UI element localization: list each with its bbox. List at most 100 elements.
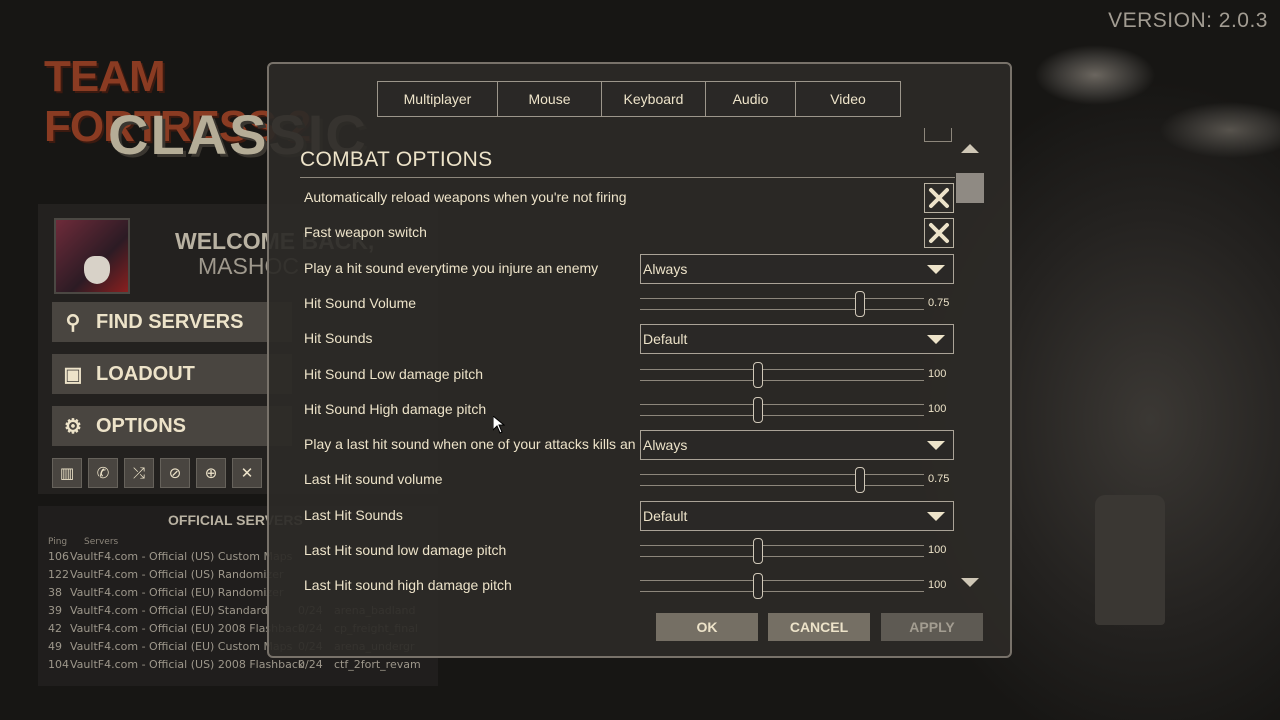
option-label: Automatically reload weapons when you're… bbox=[304, 189, 627, 205]
slider-thumb[interactable] bbox=[752, 538, 763, 564]
section-title: COMBAT OPTIONS bbox=[300, 148, 493, 171]
servers-header: Ping Servers bbox=[48, 537, 132, 547]
find-servers-label: FIND SERVERS bbox=[96, 310, 244, 333]
chevron-down-icon bbox=[927, 441, 945, 451]
option-checkbox[interactable] bbox=[924, 183, 954, 213]
slider-track bbox=[640, 379, 924, 381]
server-players: 0/24 bbox=[298, 658, 323, 671]
options-button[interactable]: ⚙ OPTIONS bbox=[52, 406, 292, 446]
options-scrollbar[interactable] bbox=[955, 138, 985, 598]
server-name: VaultF4.com - Official (US) Randomizer bbox=[70, 568, 284, 581]
satellite-icon[interactable]: ✆ bbox=[88, 458, 118, 488]
server-name: VaultF4.com - Official (US) 2008 Flashba… bbox=[70, 658, 305, 671]
option-label: Play a last hit sound when one of your a… bbox=[304, 436, 642, 453]
option-label: Last Hit sound high damage pitch bbox=[304, 577, 512, 594]
slider-thumb[interactable] bbox=[752, 396, 763, 423]
mouse-cursor-icon bbox=[493, 416, 505, 434]
search-icon: ⚲ bbox=[65, 311, 81, 334]
slider-thumb[interactable] bbox=[855, 290, 866, 317]
tab-keyboard[interactable]: Keyboard bbox=[602, 82, 706, 116]
stats-icon[interactable]: ▥ bbox=[52, 458, 82, 488]
shuffle-icon[interactable]: ⤮ bbox=[124, 458, 154, 488]
loadout-label: LOADOUT bbox=[96, 362, 195, 385]
server-ping: 42 bbox=[48, 622, 62, 635]
slider-track bbox=[640, 308, 924, 310]
ok-button[interactable]: OK bbox=[656, 613, 758, 641]
server-ping: 39 bbox=[48, 604, 62, 617]
find-servers-button[interactable]: ⚲ FIND SERVERS bbox=[52, 302, 292, 342]
chevron-down-icon bbox=[927, 335, 945, 345]
slider-thumb[interactable] bbox=[752, 361, 763, 388]
slider-track bbox=[640, 545, 924, 546]
server-name: VaultF4.com - Official (EU) 2008 Flashba… bbox=[70, 622, 305, 635]
loadout-button[interactable]: ▣ LOADOUT bbox=[52, 354, 292, 394]
server-ping: 106 bbox=[48, 550, 69, 563]
previous-control-edge bbox=[924, 128, 952, 142]
option-label: Hit Sound Low damage pitch bbox=[304, 365, 483, 382]
checkmark-x-icon bbox=[929, 188, 949, 208]
option-label: Hit Sounds bbox=[304, 330, 373, 347]
option-dropdown[interactable]: Default bbox=[640, 500, 954, 531]
dropdown-value: Always bbox=[643, 437, 688, 454]
version-label: VERSION: 2.0.3 bbox=[1108, 9, 1268, 32]
option-label: Last Hit sound low damage pitch bbox=[304, 542, 507, 558]
cancel-button[interactable]: CANCEL bbox=[768, 613, 870, 641]
server-map: ctf_2fort_revam bbox=[334, 658, 421, 671]
slider-value: 100 bbox=[928, 544, 947, 556]
header-ping: Ping bbox=[48, 537, 68, 547]
chevron-down-icon bbox=[927, 264, 945, 274]
option-slider[interactable] bbox=[640, 573, 924, 600]
crate-icon: ▣ bbox=[63, 363, 83, 386]
option-slider[interactable] bbox=[640, 467, 924, 494]
tab-video[interactable]: Video bbox=[796, 82, 900, 116]
slider-value: 0.75 bbox=[928, 473, 950, 486]
slider-track bbox=[640, 414, 924, 416]
option-slider[interactable] bbox=[640, 538, 924, 564]
option-slider[interactable] bbox=[640, 361, 924, 388]
scroll-down-arrow-icon[interactable] bbox=[961, 578, 979, 587]
server-name: VaultF4.com - Official (US) Custom Maps bbox=[70, 550, 293, 563]
scroll-up-arrow-icon[interactable] bbox=[961, 144, 979, 153]
dropdown-value: Always bbox=[643, 260, 688, 277]
slider-track bbox=[640, 485, 924, 487]
server-ping: 38 bbox=[48, 586, 62, 599]
option-checkbox[interactable] bbox=[924, 218, 954, 249]
option-dropdown[interactable]: Always bbox=[640, 430, 954, 461]
slider-track bbox=[640, 556, 924, 557]
tab-mouse[interactable]: Mouse bbox=[498, 82, 602, 116]
option-slider[interactable] bbox=[640, 396, 924, 423]
server-name: VaultF4.com - Official (EU) Randomizer bbox=[70, 586, 284, 599]
dropdown-value: Default bbox=[643, 507, 688, 524]
option-label: Last Hit sound volume bbox=[304, 471, 443, 488]
slider-track bbox=[640, 297, 924, 299]
slider-value: 100 bbox=[928, 579, 947, 592]
option-slider[interactable] bbox=[640, 290, 924, 317]
scroll-thumb[interactable] bbox=[956, 173, 984, 203]
block-icon[interactable]: ✕ bbox=[232, 458, 262, 488]
mute-icon[interactable]: ⊘ bbox=[160, 458, 190, 488]
avatar[interactable] bbox=[54, 218, 130, 294]
slider-track bbox=[640, 591, 924, 593]
slider-track bbox=[640, 368, 924, 370]
globe-icon[interactable]: ⊕ bbox=[196, 458, 226, 488]
slider-track bbox=[640, 403, 924, 405]
option-label: Last Hit Sounds bbox=[304, 506, 403, 523]
quick-icons: ▥ ✆ ⤮ ⊘ ⊕ ✕ bbox=[52, 458, 262, 488]
server-row[interactable]: 104VaultF4.com - Official (US) 2008 Flas… bbox=[48, 658, 421, 671]
dropdown-value: Default bbox=[643, 331, 688, 348]
option-dropdown[interactable]: Always bbox=[640, 253, 954, 284]
slider-thumb[interactable] bbox=[855, 467, 866, 494]
option-dropdown[interactable]: Default bbox=[640, 324, 954, 355]
apply-button[interactable]: APPLY bbox=[881, 613, 983, 641]
server-name: VaultF4.com - Official (EU) Custom Maps bbox=[70, 640, 293, 653]
slider-thumb[interactable] bbox=[752, 573, 763, 600]
option-label: Hit Sound High damage pitch bbox=[304, 400, 487, 417]
checkmark-x-icon bbox=[929, 223, 949, 244]
server-ping: 104 bbox=[48, 658, 69, 671]
slider-track bbox=[640, 580, 924, 582]
slider-value: 100 bbox=[928, 367, 947, 380]
tab-audio[interactable]: Audio bbox=[706, 82, 796, 116]
tab-multiplayer[interactable]: Multiplayer bbox=[378, 82, 498, 116]
option-label: Fast weapon switch bbox=[304, 224, 427, 241]
gear-icon: ⚙ bbox=[64, 415, 82, 438]
